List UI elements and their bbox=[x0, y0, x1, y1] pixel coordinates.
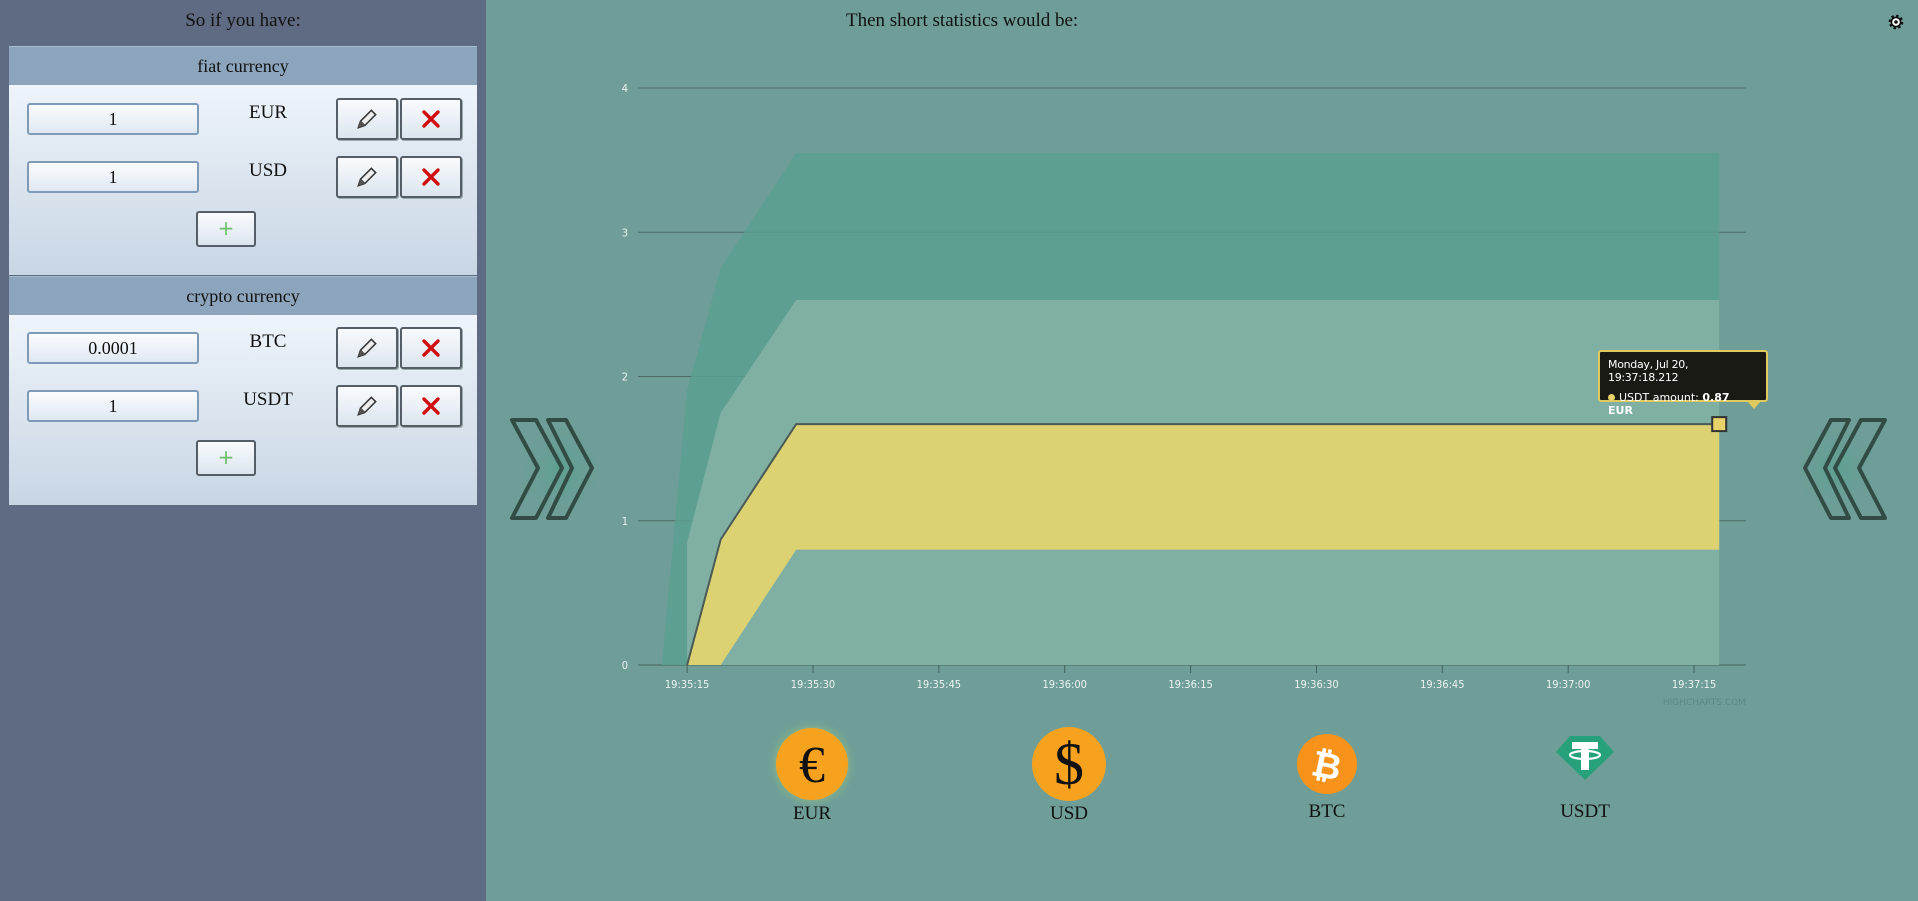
add-fiat-button[interactable]: + bbox=[196, 211, 256, 247]
hover-marker[interactable] bbox=[1711, 416, 1728, 433]
tooltip-date: Monday, Jul 20, 19:37:18.212 bbox=[1608, 358, 1689, 384]
x-tick-label: 19:37:15 bbox=[1672, 678, 1716, 691]
tooltip-pointer bbox=[1747, 401, 1761, 409]
euro-icon: € bbox=[766, 718, 858, 810]
fiat-amount-input-usd[interactable] bbox=[27, 161, 199, 193]
delete-button-btc[interactable] bbox=[400, 327, 462, 369]
close-icon bbox=[422, 397, 440, 415]
crypto-amount-input-btc[interactable] bbox=[27, 332, 199, 364]
fiat-code-eur: EUR bbox=[249, 102, 287, 123]
coin-usd[interactable]: $ USD bbox=[1004, 727, 1134, 825]
crypto-section-header: crypto currency bbox=[9, 276, 477, 315]
crypto-code-usdt: USDT bbox=[243, 389, 293, 410]
y-tick-label: 3 bbox=[622, 226, 628, 239]
chevron-right-icon[interactable] bbox=[506, 410, 606, 530]
edit-button-eur[interactable] bbox=[336, 98, 398, 140]
statistics-heading: Then short statistics would be: bbox=[846, 10, 1079, 31]
y-tick-label: 0 bbox=[622, 659, 628, 672]
chart-tooltip: Monday, Jul 20, 19:37:18.212 USDT amount… bbox=[1598, 350, 1768, 417]
edit-button-usdt[interactable] bbox=[336, 385, 398, 427]
gear-icon[interactable] bbox=[1886, 12, 1906, 32]
crypto-code-btc: BTC bbox=[249, 331, 287, 352]
y-tick-label: 2 bbox=[622, 371, 628, 384]
statistics-panel: Then short statistics would be: 0 1 2 3 4 19… bbox=[486, 0, 1918, 901]
input-panel: So if you have: fiat currency EUR USD + … bbox=[0, 0, 486, 901]
coin-usdt[interactable]: USDT bbox=[1520, 728, 1650, 823]
delete-button-usd[interactable] bbox=[400, 156, 462, 198]
x-tick-label: 19:36:30 bbox=[1294, 678, 1338, 691]
pencil-icon bbox=[357, 396, 377, 416]
x-tick-label: 19:35:30 bbox=[791, 678, 835, 691]
pencil-icon bbox=[357, 167, 377, 187]
bitcoin-icon: ₿ bbox=[1297, 734, 1357, 794]
input-panel-heading: So if you have: bbox=[185, 10, 301, 31]
pencil-icon bbox=[357, 109, 377, 129]
x-tick-label: 19:37:00 bbox=[1546, 678, 1590, 691]
chevron-left-icon[interactable] bbox=[1791, 410, 1891, 530]
tooltip-series: USDT amount bbox=[1619, 391, 1696, 404]
coin-btc[interactable]: ₿ BTC bbox=[1262, 728, 1392, 823]
delete-button-eur[interactable] bbox=[400, 98, 462, 140]
x-tick-label: 19:36:15 bbox=[1168, 678, 1212, 691]
tether-icon bbox=[1556, 736, 1614, 780]
x-tick-label: 19:36:00 bbox=[1042, 678, 1086, 691]
add-crypto-button[interactable]: + bbox=[196, 440, 256, 476]
crypto-amount-input-usdt[interactable] bbox=[27, 390, 199, 422]
y-tick-label: 1 bbox=[622, 515, 628, 528]
series-dot-icon bbox=[1608, 394, 1615, 401]
dollar-icon: $ bbox=[1032, 727, 1106, 801]
pencil-icon bbox=[357, 338, 377, 358]
chart-credit: HIGHCHARTS.COM bbox=[1663, 698, 1746, 708]
close-icon bbox=[422, 339, 440, 357]
delete-button-usdt[interactable] bbox=[400, 385, 462, 427]
edit-button-usd[interactable] bbox=[336, 156, 398, 198]
x-tick-label: 19:36:45 bbox=[1420, 678, 1464, 691]
coin-eur[interactable]: € EUR bbox=[747, 718, 877, 825]
close-icon bbox=[422, 168, 440, 186]
edit-button-btc[interactable] bbox=[336, 327, 398, 369]
fiat-code-usd: USD bbox=[248, 160, 287, 181]
y-tick-label: 4 bbox=[622, 82, 628, 95]
fiat-section-header: fiat currency bbox=[9, 46, 477, 85]
dollar-symbol: $ bbox=[1054, 731, 1084, 797]
euro-symbol: € bbox=[799, 737, 825, 794]
statistics-chart: 0 1 2 3 4 19:35:15 19:35:30 19:35:45 19:36:00 19… bbox=[622, 82, 1746, 708]
x-tick-label: 19:35:15 bbox=[665, 678, 709, 691]
close-icon bbox=[422, 110, 440, 128]
fiat-amount-input-eur[interactable] bbox=[27, 103, 199, 135]
x-tick-label: 19:35:45 bbox=[917, 678, 961, 691]
